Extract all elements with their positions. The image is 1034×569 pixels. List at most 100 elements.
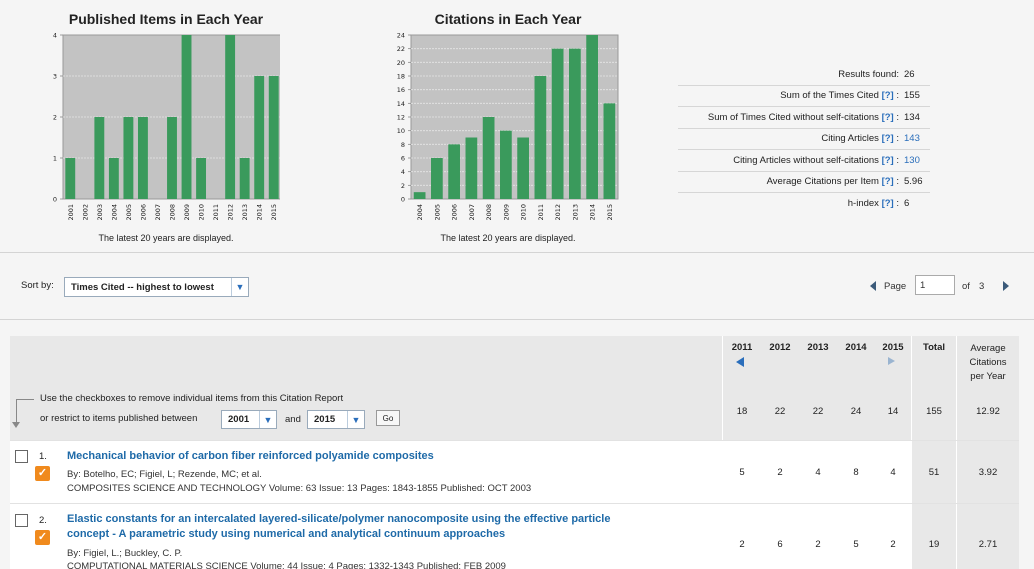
go-button[interactable]: Go: [376, 410, 400, 426]
bar-2015: [603, 103, 616, 199]
y-tick-label: 18: [397, 73, 405, 81]
next-page-icon[interactable]: [1003, 281, 1009, 291]
y-tick-label: 3: [53, 73, 57, 81]
bar-2012: [551, 48, 564, 200]
remove-checkbox[interactable]: [15, 514, 28, 527]
year-header-2011: 2011: [731, 342, 753, 353]
x-tick-label: 2011: [537, 204, 545, 221]
stat-citing-without-self: Citing Articles without self-citations […: [678, 150, 930, 172]
stat-colon: :: [896, 111, 899, 123]
x-tick-label: 2015: [606, 204, 614, 221]
article-title-link[interactable]: Mechanical behavior of carbon fiber rein…: [67, 449, 434, 464]
bar-2006: [137, 117, 148, 199]
stat-colon: :: [896, 176, 899, 188]
stat-citing-articles: Citing Articles [?] : 143: [678, 129, 930, 150]
x-tick-label: 2005: [433, 204, 441, 221]
row-total-link[interactable]: 19: [912, 539, 956, 550]
x-tick-label: 2001: [67, 204, 75, 221]
x-tick-label: 2013: [241, 204, 249, 221]
x-tick-label: 2003: [96, 204, 104, 221]
row-total-link[interactable]: 51: [912, 467, 956, 478]
and-label: and: [285, 414, 301, 425]
citations-chart-title: Citations in Each Year: [434, 11, 582, 27]
stat-results-found: Results found: 26: [678, 64, 930, 86]
bar-2004: [413, 192, 426, 199]
published-chart-title: Published Items in Each Year: [68, 11, 264, 27]
remove-checkbox[interactable]: [15, 450, 28, 463]
sort-select[interactable]: Times Cited -- highest to lowest ▼: [64, 277, 249, 297]
summary-2014: 24: [850, 406, 862, 417]
page-number-input[interactable]: [915, 275, 955, 295]
y-tick-label: 20: [397, 59, 405, 67]
row-number: 2.: [39, 515, 47, 526]
checkmark-icon[interactable]: ✓: [35, 466, 50, 481]
summary-total: 155: [926, 406, 942, 417]
y-tick-label: 24: [397, 32, 405, 40]
filter-help-text: Use the checkboxes to remove individual …: [40, 393, 344, 404]
arrow-down-icon: [12, 399, 34, 428]
from-year-value: 2001: [228, 414, 250, 425]
average-header: Average Citations per Year: [957, 342, 1019, 384]
stat-average-citations: Average Citations per Item [?] : 5.96: [678, 172, 930, 193]
summary-average: 12.92: [976, 406, 1000, 417]
prev-years-icon[interactable]: [736, 357, 744, 367]
from-year-select[interactable]: 2001 ▼: [221, 410, 277, 429]
citations-chart-note: The latest 20 years are displayed.: [440, 233, 576, 243]
checkmark-icon[interactable]: ✓: [35, 530, 50, 545]
y-tick-label: 4: [53, 32, 57, 40]
sort-select-value: Times Cited -- highest to lowest: [71, 281, 214, 293]
citing-without-self-link[interactable]: 130: [904, 155, 930, 166]
x-tick-label: 2006: [451, 204, 459, 221]
total-pages: 3: [979, 281, 985, 292]
row-number: 1.: [39, 451, 47, 462]
filter-panel: [10, 336, 722, 440]
next-years-icon: [888, 357, 895, 365]
sort-label: Sort by:: [21, 280, 54, 291]
row-2014: 8: [853, 467, 859, 478]
row-2013: 2: [815, 539, 821, 550]
citations-chart: 0246810121416182022242004 2005 2006 2007 200…: [397, 32, 619, 221]
x-tick-label: 2011: [212, 204, 220, 221]
help-link[interactable]: [?]: [882, 155, 894, 166]
bar-2003: [94, 117, 105, 199]
bar-2010: [517, 137, 529, 199]
row-2011: 2: [739, 539, 745, 550]
divider: [0, 319, 1034, 320]
article-title-line[interactable]: Elastic constants for an intercalated la…: [67, 512, 610, 527]
year-header-2014: 2014: [845, 342, 867, 353]
article-authors: By: Figiel, L.; Buckley, C. P.: [67, 548, 183, 559]
to-year-select[interactable]: 2015 ▼: [307, 410, 365, 429]
x-tick-label: 2007: [468, 204, 476, 221]
x-tick-label: 2008: [485, 204, 493, 221]
x-tick-label: 2009: [502, 204, 510, 221]
help-link[interactable]: [?]: [882, 90, 894, 101]
x-tick-label: 2010: [198, 204, 206, 221]
citing-articles-link[interactable]: 143: [904, 133, 930, 144]
y-tick-label: 8: [401, 141, 405, 149]
article-authors: By: Botelho, EC; Figiel, L; Rezende, MC;…: [67, 469, 262, 480]
article-title-link[interactable]: Elastic constants for an intercalated la…: [67, 512, 610, 542]
row-2015: 2: [890, 539, 896, 550]
bar-2010: [196, 158, 207, 199]
help-link[interactable]: [?]: [882, 176, 894, 187]
stat-label: Citing Articles: [821, 133, 879, 145]
y-tick-label: 0: [401, 196, 405, 204]
article-source: COMPOSITES SCIENCE AND TECHNOLOGY Volume…: [67, 483, 532, 494]
bar-2015: [268, 76, 279, 199]
x-tick-label: 2010: [520, 204, 528, 221]
bar-2005: [431, 158, 443, 199]
bar-2005: [123, 117, 134, 199]
bar-2006: [448, 144, 460, 199]
help-link[interactable]: [?]: [882, 133, 894, 144]
stat-value: 6: [904, 198, 910, 210]
chevron-down-icon: ▼: [347, 411, 364, 428]
bar-2013: [569, 48, 581, 200]
y-tick-label: 2: [53, 114, 57, 122]
help-link[interactable]: [?]: [882, 198, 894, 209]
help-link[interactable]: [?]: [882, 112, 894, 123]
x-tick-label: 2013: [571, 204, 579, 221]
y-tick-label: 14: [397, 100, 405, 108]
article-title-line[interactable]: concept - A parametric study using numer…: [67, 527, 610, 542]
prev-page-icon[interactable]: [870, 281, 876, 291]
average-header-line: per Year: [970, 371, 1006, 382]
